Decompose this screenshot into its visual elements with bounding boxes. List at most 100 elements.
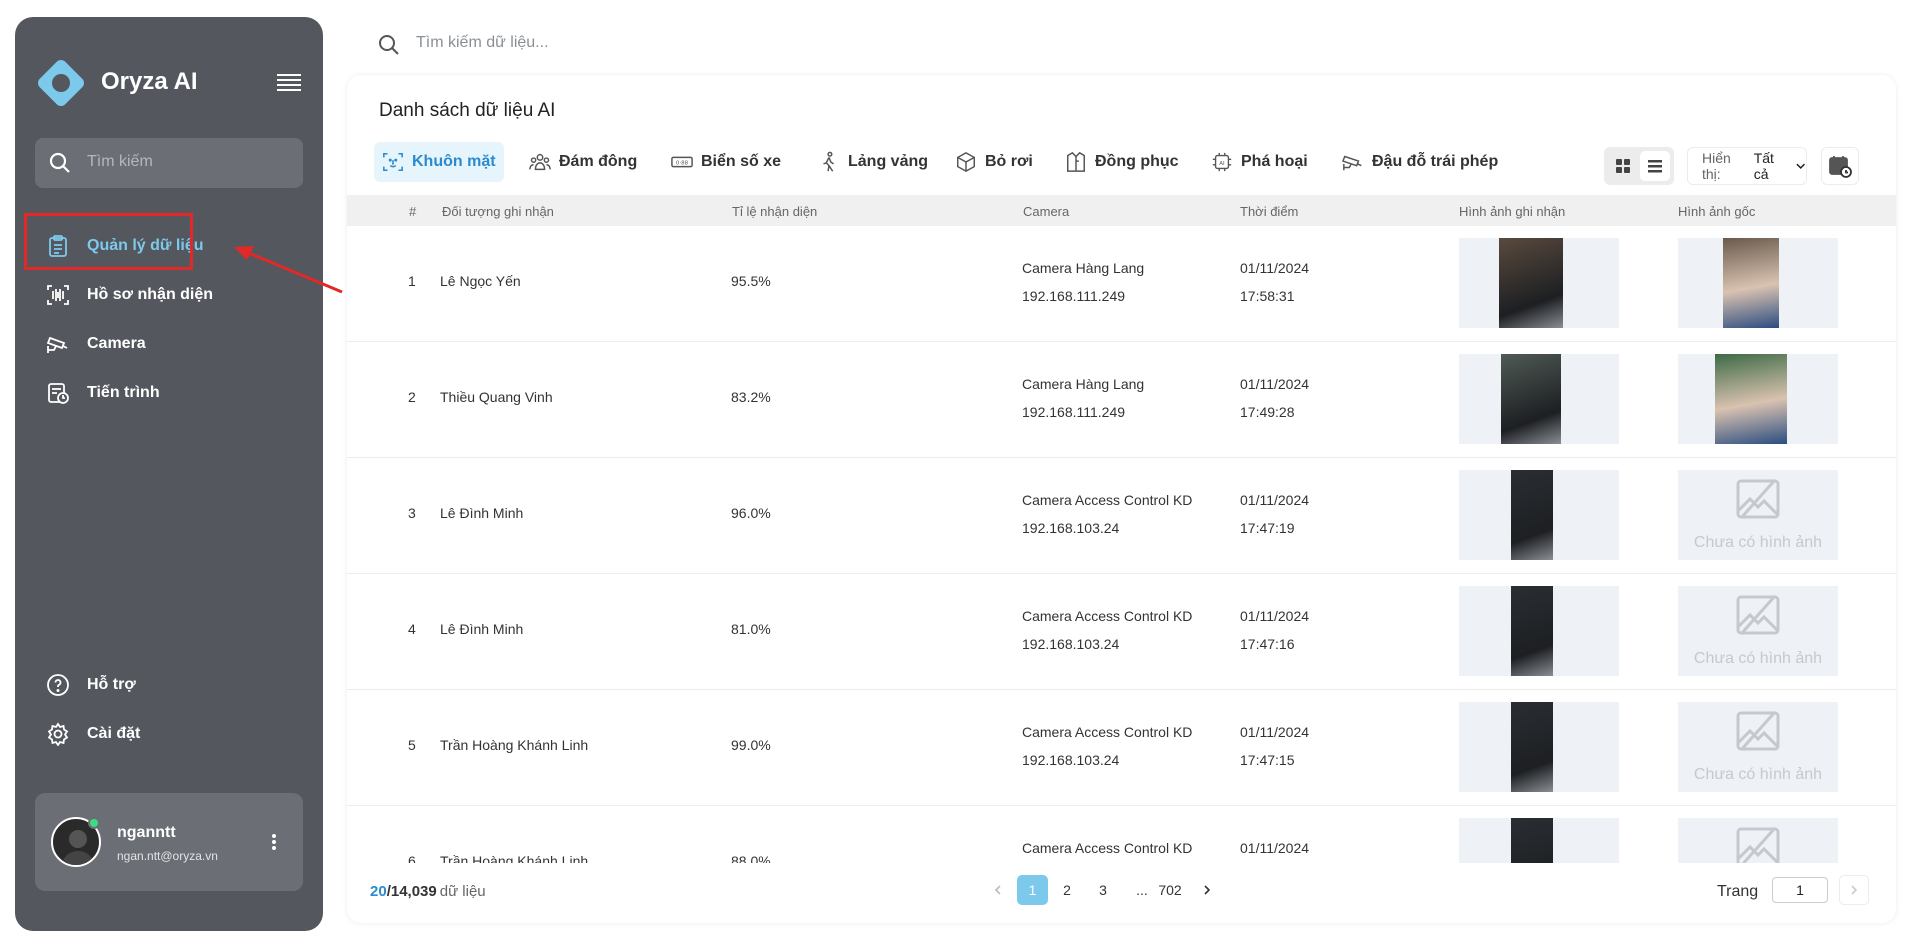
tab-uniform[interactable]: Đồng phục [1057, 142, 1187, 182]
table-row[interactable]: 1 Lê Ngọc Yến 95.5% Camera Hàng Lang 192.168… [347, 226, 1896, 342]
row-camera: Camera Access Control KD [1022, 608, 1193, 624]
tab-face[interactable]: Khuôn mặt [374, 142, 504, 182]
sidebar-item-label: Camera [87, 335, 146, 352]
original-image[interactable] [1678, 238, 1838, 328]
chevron-right-icon [1204, 885, 1211, 895]
cctv-icon [1342, 155, 1362, 171]
sidebar-item-label: Hồ sơ nhận diện [87, 286, 214, 303]
row-date: 01/11/2024 [1240, 260, 1310, 276]
data-card: Danh sách dữ liệu AI Khuôn mặt Đám đông … [347, 75, 1896, 923]
row-ip: 192.168.103.24 [1022, 752, 1120, 768]
page-3-button[interactable]: 3 [1093, 875, 1113, 905]
tab-vandalism[interactable]: AI Phá hoại [1203, 142, 1316, 182]
row-date: 01/11/2024 [1240, 492, 1310, 508]
tab-loitering[interactable]: Lảng vảng [810, 142, 936, 182]
sidebar-item-label: Hỗ trợ [87, 676, 136, 693]
next-page-arrow-button[interactable] [1197, 875, 1217, 905]
image-missing-icon [1736, 826, 1780, 863]
tab-abandoned[interactable]: Bỏ rơi [947, 142, 1041, 182]
page-2-button[interactable]: 2 [1057, 875, 1077, 905]
user-card[interactable]: nganntt ngan.ntt@oryza.vn [35, 793, 303, 891]
image-missing-icon [1736, 594, 1780, 636]
captured-image[interactable] [1459, 470, 1619, 560]
page-label: Trang [1717, 883, 1759, 900]
row-camera: Camera Hàng Lang [1022, 260, 1145, 276]
row-rate: 96.0% [731, 505, 771, 521]
sidebar-search-input[interactable]: Tìm kiếm [35, 138, 303, 188]
sidebar-search-placeholder: Tìm kiếm [87, 153, 153, 170]
original-image[interactable] [1678, 354, 1838, 444]
col-original-image: Hình ảnh gốc [1678, 204, 1756, 219]
row-subject: Thiều Quang Vinh [440, 389, 553, 405]
table-header: # Đối tượng ghi nhận Tỉ lệ nhận diện Cam… [347, 195, 1896, 226]
captured-image[interactable] [1459, 354, 1619, 444]
row-time: 17:58:31 [1240, 288, 1295, 304]
col-rate: Tỉ lệ nhận diện [732, 204, 818, 219]
sidebar-item-label: Cài đặt [87, 725, 141, 742]
sidebar-item-settings[interactable]: Cài đặt [46, 720, 140, 748]
original-image-placeholder: Chưa có hình ảnh [1678, 818, 1838, 863]
display-filter-select[interactable]: Hiển thị: Tất cả [1687, 147, 1807, 185]
list-view-button[interactable] [1640, 151, 1670, 181]
row-index: 3 [408, 505, 416, 521]
row-camera: Camera Hàng Lang [1022, 376, 1145, 392]
tab-crowd[interactable]: Đám đông [521, 142, 645, 182]
row-subject: Lê Ngọc Yến [440, 273, 521, 289]
user-email: ngan.ntt@oryza.vn [117, 849, 218, 863]
no-image-text: Chưa có hình ảnh [1693, 534, 1823, 551]
row-subject: Lê Đình Minh [440, 621, 524, 637]
crowd-icon [529, 153, 551, 171]
row-subject: Lê Đình Minh [440, 505, 524, 521]
image-missing-icon [1736, 710, 1780, 752]
user-name: nganntt [117, 824, 176, 841]
ai-chip-icon: AI [1212, 152, 1232, 172]
row-rate: 95.5% [731, 273, 771, 289]
row-camera: Camera Access Control KD [1022, 724, 1193, 740]
original-image-placeholder: Chưa có hình ảnh [1678, 470, 1838, 560]
shown-count: 20 [370, 883, 387, 900]
page-title: Danh sách dữ liệu AI [379, 100, 556, 121]
count-unit: dữ liệu [439, 883, 486, 900]
menu-icon[interactable] [277, 72, 301, 92]
page-702-button[interactable]: 702 [1154, 875, 1186, 905]
search-icon [379, 35, 399, 55]
tab-license-plate[interactable]: 0·88 Biển số xe [663, 142, 789, 182]
svg-text:0·88: 0·88 [676, 160, 689, 166]
sidebar-item-camera[interactable]: Camera [46, 330, 146, 358]
sidebar-item-profiles[interactable]: Hồ sơ nhận diện [46, 281, 213, 309]
image-missing-icon [1736, 478, 1780, 520]
captured-image[interactable] [1459, 702, 1619, 792]
page-number-input[interactable]: 1 [1772, 877, 1828, 903]
table-row[interactable]: 5 Trần Hoàng Khánh Linh 99.0% Camera Access… [347, 690, 1896, 806]
row-ip: 192.168.103.24 [1022, 636, 1120, 652]
sidebar-item-support[interactable]: Hỗ trợ [46, 671, 136, 699]
page-1-button[interactable]: 1 [1017, 875, 1048, 905]
sidebar-item-progress[interactable]: Tiến trình [46, 379, 160, 407]
calendar-filter-button[interactable] [1821, 147, 1859, 185]
table-row[interactable]: 2 Thiều Quang Vinh 83.2% Camera Hàng Lang 19… [347, 342, 1896, 458]
total-count: /14,039 [386, 883, 437, 900]
no-image-text: Chưa có hình ảnh [1693, 766, 1823, 783]
page-ellipsis: ... [1136, 882, 1148, 898]
grid-view-button[interactable] [1608, 151, 1638, 181]
tab-illegal-parking[interactable]: Đậu đỗ trái phép [1334, 142, 1506, 182]
prev-page-button[interactable] [988, 875, 1008, 905]
row-ip: 192.168.111.249 [1022, 288, 1126, 304]
chevron-right-icon [1851, 885, 1858, 895]
schedule-icon [48, 383, 69, 404]
captured-image[interactable] [1459, 818, 1619, 863]
col-index: # [409, 204, 417, 219]
table-row[interactable]: 4 Lê Đình Minh 81.0% Camera Access Control … [347, 574, 1896, 690]
more-vertical-icon[interactable] [271, 833, 277, 851]
license-plate-icon: 0·88 [671, 156, 693, 168]
next-page-button[interactable] [1839, 875, 1869, 905]
table-row[interactable]: 6 Trần Hoàng Khánh Linh 88.0% Camera Access… [347, 806, 1896, 863]
display-filter-key: Hiển thị: [1702, 150, 1731, 182]
col-time: Thời điểm [1240, 204, 1299, 219]
box-icon [957, 151, 975, 173]
captured-image[interactable] [1459, 238, 1619, 328]
row-ip: 192.168.103.24 [1022, 520, 1120, 536]
tab-label: Phá hoại [1241, 153, 1308, 170]
captured-image[interactable] [1459, 586, 1619, 676]
table-row[interactable]: 3 Lê Đình Minh 96.0% Camera Access Control … [347, 458, 1896, 574]
